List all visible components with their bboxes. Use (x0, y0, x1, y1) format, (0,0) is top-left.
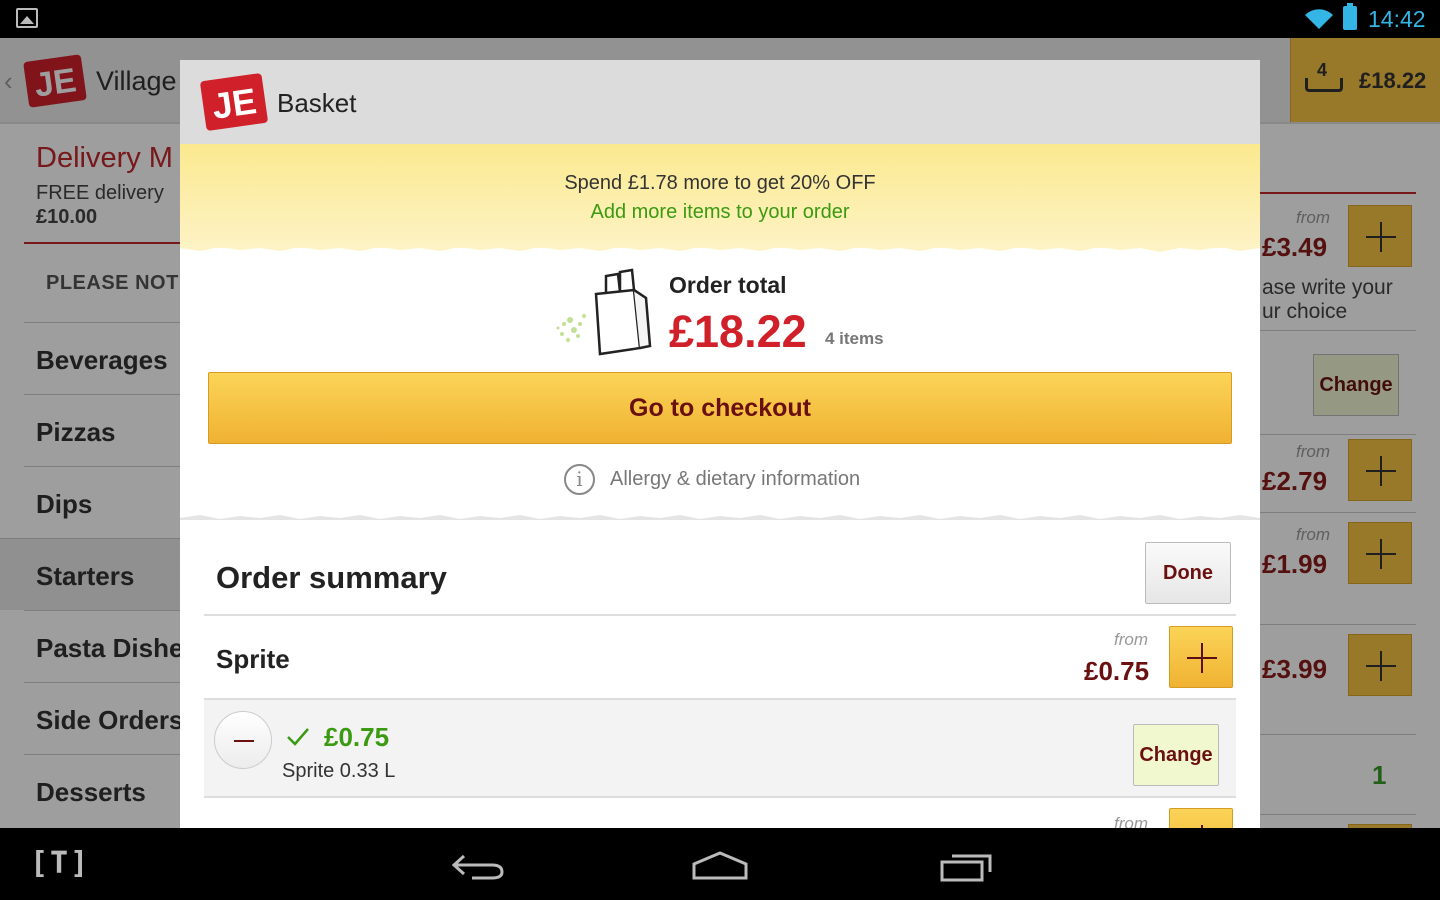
checkout-button[interactable]: Go to checkout (208, 372, 1232, 444)
dialog-header: JE Basket (180, 60, 1260, 144)
order-item-row: Sprite from £0.75 (204, 616, 1236, 698)
allergy-label: Allergy & dietary information (610, 468, 861, 490)
svg-text:JE: JE (210, 80, 259, 127)
screen: 14:42 ‹ JE Village 4 £18.22 Delivery M F… (0, 0, 1440, 900)
basket-dialog: JE Basket Spend £1.78 more to get 20% OF… (180, 60, 1260, 828)
remove-item-button[interactable] (214, 711, 272, 769)
add-more-items-link[interactable]: Add more items to your order (180, 201, 1260, 224)
clock: 14:42 (1368, 6, 1426, 32)
item-price: £0.75 (1084, 656, 1150, 686)
item-name: Sprite (216, 644, 290, 674)
change-button[interactable]: Change (1133, 724, 1219, 786)
order-total-label: Order total (669, 272, 787, 298)
order-summary-title: Order summary (216, 560, 447, 595)
from-label: from (1114, 630, 1148, 649)
selection-description: Sprite 0.33 L (282, 760, 396, 782)
navigation-bar: [T] (0, 828, 1440, 900)
done-button[interactable]: Done (1145, 542, 1231, 604)
item-selection-row: £0.75 Sprite 0.33 L Change (204, 700, 1236, 796)
order-item-count: 4 items (825, 329, 884, 348)
status-bar: 14:42 (0, 0, 1440, 38)
promo-message: Spend £1.78 more to get 20% OFF (564, 172, 876, 194)
home-icon[interactable] (690, 850, 750, 880)
battery-icon (1343, 3, 1357, 30)
wifi-icon (1305, 9, 1333, 30)
back-icon[interactable] (450, 848, 506, 882)
just-eat-logo: JE (200, 73, 268, 131)
order-total-value: £18.22 (669, 306, 807, 357)
check-icon (287, 728, 309, 746)
order-summary-section: Order summary Done Sprite from £0.75 £0.… (180, 520, 1260, 828)
add-item-button[interactable] (1169, 808, 1233, 828)
from-label: from (1114, 814, 1148, 828)
info-icon: i (564, 464, 595, 495)
add-item-button[interactable] (1169, 626, 1233, 688)
promo-banner[interactable]: Spend £1.78 more to get 20% OFF Add more… (180, 144, 1260, 248)
torn-edge (180, 244, 1260, 252)
tapatalk-icon[interactable]: [T] (30, 846, 90, 881)
selection-price: £0.75 (324, 722, 390, 752)
gallery-notification-icon (16, 8, 38, 28)
order-item-row: from (204, 798, 1236, 828)
dialog-title: Basket (277, 88, 357, 118)
shopping-bag-icon (556, 268, 652, 356)
recent-apps-icon[interactable] (938, 850, 994, 882)
